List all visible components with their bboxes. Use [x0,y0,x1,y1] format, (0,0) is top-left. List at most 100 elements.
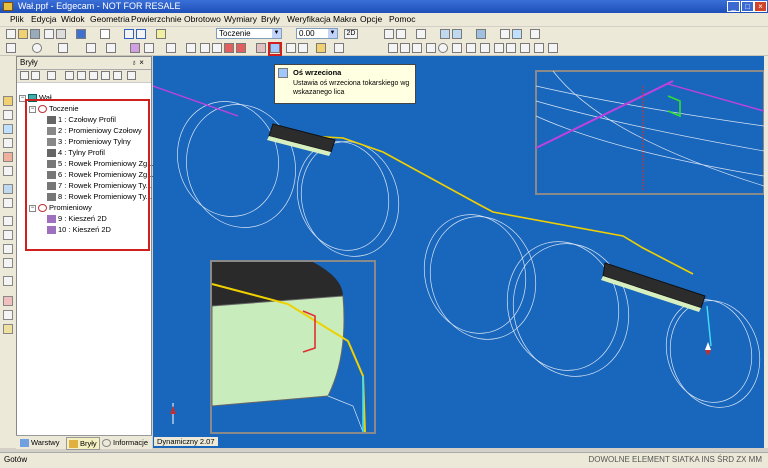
arrow-icon[interactable] [3,124,13,134]
menu-pomoc[interactable]: Pomoc [389,14,415,25]
snap-icon[interactable] [396,29,406,39]
tool3-icon[interactable] [480,43,490,53]
value-combo[interactable]: 0.00 ▼ [296,28,338,39]
tool-icon[interactable] [452,43,462,53]
save-icon[interactable] [30,29,40,39]
menu-edycja[interactable]: Edycja [31,14,57,25]
close-button[interactable]: × [754,1,767,12]
menu-weryfikacja[interactable]: Weryfikacja [287,14,331,25]
panel-pin-close[interactable]: ♁ × [131,58,144,67]
panel-tool-8-icon[interactable] [113,71,122,80]
tool5-icon[interactable] [506,43,516,53]
dimension-icon[interactable] [106,43,116,53]
erase-icon[interactable] [3,276,13,286]
arc-icon[interactable] [3,244,13,254]
menu-powierzchnie[interactable]: Powierzchnie [131,14,182,25]
panel-tool-5-icon[interactable] [77,71,86,80]
trim-icon[interactable] [3,230,13,240]
offset-icon[interactable] [3,310,13,320]
tab-bryly[interactable]: Bryły [66,437,100,450]
stop-icon[interactable] [426,43,436,53]
rotate-icon[interactable] [286,43,296,53]
wireframe-icon[interactable] [512,29,522,39]
tab-warstwy[interactable]: Warstwy [18,437,61,448]
redo-icon[interactable] [136,29,146,39]
solid4-icon[interactable] [236,43,246,53]
menu-obrotowo[interactable]: Obrotowo [184,14,221,25]
menu-wymiary[interactable]: Wymiary [224,14,257,25]
color-icon[interactable] [76,29,86,39]
view-icon[interactable] [416,29,426,39]
panel-tool-1-icon[interactable] [20,71,29,80]
cursor-icon[interactable] [3,184,13,194]
tab-informacje[interactable]: Informacje [100,437,150,448]
undo-icon[interactable] [124,29,134,39]
solid-icon[interactable] [200,43,210,53]
edge-icon[interactable] [166,43,176,53]
open-file-icon[interactable] [18,29,28,39]
panel-tool-4-icon[interactable] [65,71,74,80]
menu-makra[interactable]: Makra [333,14,357,25]
menu-plik[interactable]: Plik [10,14,24,25]
shape-icon[interactable] [3,152,13,162]
menu-geometria[interactable]: Geometria [90,14,130,25]
select-icon[interactable] [3,96,13,106]
pen-icon[interactable] [3,198,13,208]
rectangle-icon[interactable] [58,43,68,53]
tool7-icon[interactable] [534,43,544,53]
solid2-icon[interactable] [212,43,222,53]
mode-2d-button[interactable]: 2D [344,29,358,39]
menu-opcje[interactable]: Opcje [360,14,382,25]
layer2-icon[interactable] [3,166,13,176]
iso-view-icon[interactable] [476,29,486,39]
fillet-icon[interactable] [186,43,196,53]
graphics-viewport[interactable] [153,56,764,448]
delete-icon[interactable] [156,29,166,39]
tool8-icon[interactable] [548,43,558,53]
curve2-icon[interactable] [3,258,13,268]
panel-tool-2-icon[interactable] [31,71,40,80]
shade-icon[interactable] [530,29,540,39]
minimize-button[interactable]: _ [727,1,740,12]
extend-icon[interactable] [3,324,13,334]
status-modes[interactable]: DOWOLNE ELEMENT SIATKA INS ŚRD ZX MM [588,455,762,464]
tool4-icon[interactable] [494,43,504,53]
zoom-icon[interactable] [500,29,510,39]
panel-tool-6-icon[interactable] [89,71,98,80]
viewport-scrollbar[interactable] [764,56,768,448]
feature-icon[interactable] [130,43,140,53]
cut-icon[interactable] [256,43,266,53]
panel-tool-9-icon[interactable] [127,71,136,80]
measure-icon[interactable] [388,43,398,53]
settings-icon[interactable] [316,43,326,53]
circle-icon[interactable] [32,43,42,53]
check-icon[interactable] [438,43,448,53]
grid-icon[interactable] [384,29,394,39]
more-icon[interactable] [334,43,344,53]
line-icon[interactable] [6,43,16,53]
panel-tool-7-icon[interactable] [101,71,110,80]
tool6-icon[interactable] [520,43,530,53]
edit-icon[interactable] [3,216,13,226]
angle-icon[interactable] [412,43,422,53]
mirror-icon[interactable] [298,43,308,53]
print-icon[interactable] [44,29,54,39]
menu-bryly[interactable]: Bryły [261,14,280,25]
tool2-icon[interactable] [466,43,476,53]
extrude-icon[interactable] [144,43,154,53]
panel-tool-3-icon[interactable] [47,71,56,80]
mode-combo[interactable]: Toczenie ▼ [216,28,282,39]
layer-icon[interactable] [56,29,66,39]
pan-icon[interactable] [452,29,462,39]
rotate-view-icon[interactable] [440,29,450,39]
linestyle-icon[interactable] [100,29,110,39]
star-icon[interactable] [3,296,13,306]
solid3-icon[interactable] [224,43,234,53]
menu-widok[interactable]: Widok [61,14,85,25]
maximize-button[interactable]: □ [741,1,754,12]
curve-icon[interactable] [86,43,96,53]
measure2-icon[interactable] [400,43,410,53]
point-icon[interactable] [3,110,13,120]
new-file-icon[interactable] [6,29,16,39]
box-icon[interactable] [3,138,13,148]
